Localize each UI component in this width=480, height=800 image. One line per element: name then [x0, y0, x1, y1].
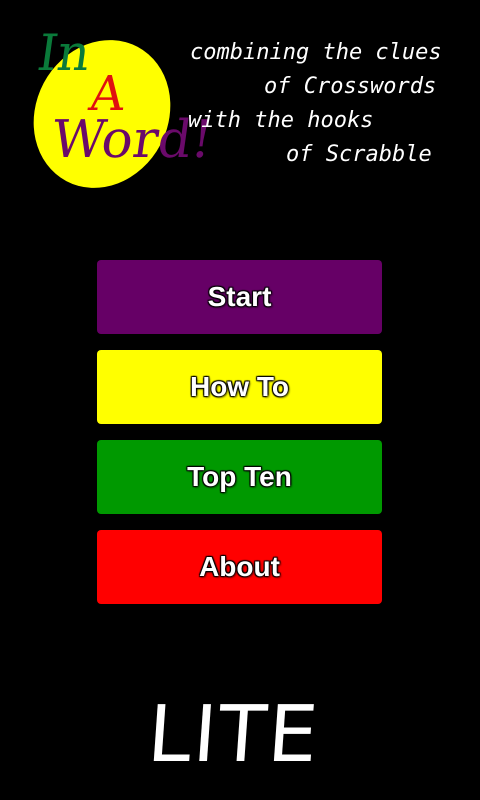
edition-label: LITE [144, 690, 323, 780]
tagline-line-3: with the hooks [188, 108, 374, 133]
logo-text-in: In [33, 24, 95, 82]
tagline-line-4: of Scrabble [286, 142, 432, 167]
tagline: combining the clues of Crosswords with t… [188, 36, 458, 172]
tagline-line-1: combining the clues [190, 40, 442, 65]
how-to-button[interactable]: How To [97, 350, 382, 424]
top-ten-button[interactable]: Top Ten [97, 440, 382, 514]
app-logo: In A Word! [8, 15, 216, 213]
main-menu: Start How To Top Ten About [97, 260, 382, 620]
about-button[interactable]: About [97, 530, 382, 604]
tagline-line-2: of Crosswords [264, 74, 437, 99]
start-button[interactable]: Start [97, 260, 382, 334]
